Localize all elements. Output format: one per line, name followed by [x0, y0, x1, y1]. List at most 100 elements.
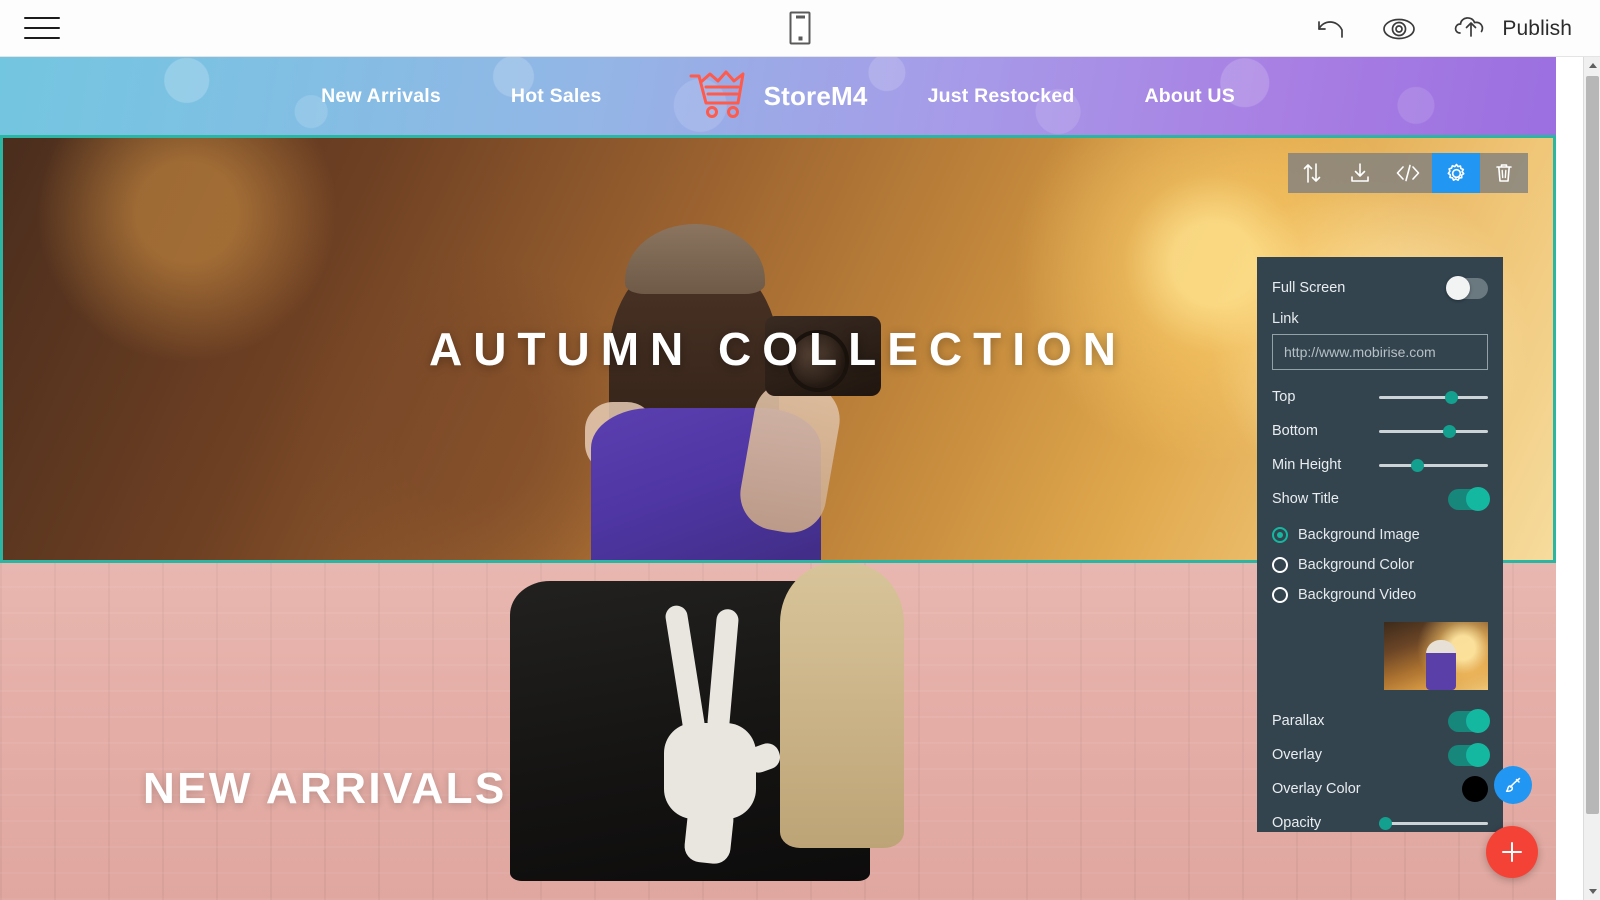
gear-icon: [1447, 163, 1465, 181]
eye-icon[interactable]: [1381, 16, 1417, 42]
radio-background-video[interactable]: [1272, 587, 1288, 603]
publish-button[interactable]: Publish: [1451, 12, 1572, 45]
link-label: Link: [1272, 311, 1299, 327]
add-block-button[interactable]: [1486, 826, 1538, 878]
parallax-label: Parallax: [1272, 713, 1325, 729]
nav-link-about-us[interactable]: About US: [1145, 85, 1235, 108]
site-navbar-inner: New Arrivals Hot Sales StoreM4 Just Rest: [0, 69, 1556, 124]
overlay-toggle[interactable]: [1448, 743, 1490, 767]
move-block-button[interactable]: [1288, 153, 1336, 193]
brush-icon: [1505, 777, 1521, 793]
show-title-label: Show Title: [1272, 491, 1339, 507]
mobile-phone-icon[interactable]: [789, 11, 811, 45]
setting-parallax: Parallax: [1272, 704, 1490, 738]
setting-bottom: Bottom: [1272, 414, 1488, 448]
delete-block-button[interactable]: [1480, 153, 1528, 193]
full-screen-toggle[interactable]: [1446, 276, 1488, 300]
slider-thumb[interactable]: [1445, 391, 1458, 404]
slider-track: [1379, 822, 1488, 825]
hamburger-line: [24, 17, 60, 19]
slider-thumb[interactable]: [1443, 425, 1456, 438]
bottom-slider[interactable]: [1379, 423, 1488, 439]
thumbnail-subject: [1425, 639, 1456, 690]
hamburger-menu-icon[interactable]: [24, 12, 60, 44]
background-color-label: Background Color: [1298, 557, 1415, 573]
vertical-scrollbar[interactable]: [1583, 57, 1600, 900]
setting-show-title: Show Title: [1272, 482, 1490, 516]
top-label: Top: [1272, 389, 1296, 405]
plus-icon: [1502, 842, 1522, 862]
skeleton-hand-graphic: [650, 604, 800, 866]
trash-icon: [1496, 164, 1512, 182]
min-height-label: Min Height: [1272, 457, 1342, 473]
top-slider[interactable]: [1379, 389, 1488, 405]
setting-min-height: Min Height: [1272, 448, 1488, 482]
style-brush-button[interactable]: [1494, 766, 1532, 804]
edit-code-button[interactable]: [1384, 153, 1432, 193]
toggle-knob: [1466, 709, 1490, 733]
background-image-label: Background Image: [1298, 527, 1420, 543]
site-brand[interactable]: StoreM4: [688, 69, 868, 124]
option-background-image[interactable]: Background Image: [1272, 520, 1488, 550]
toggle-knob: [1446, 276, 1470, 300]
opacity-slider[interactable]: [1379, 815, 1488, 831]
publish-label: Publish: [1502, 16, 1572, 40]
background-video-label: Background Video: [1298, 587, 1417, 603]
hand-wrist: [682, 800, 736, 866]
up-down-arrows-icon: [1303, 163, 1321, 183]
undo-arrow-icon[interactable]: [1313, 16, 1347, 42]
slider-thumb[interactable]: [1379, 817, 1392, 830]
slider-track: [1379, 464, 1488, 467]
scroll-up-arrow-icon[interactable]: [1584, 57, 1600, 74]
shopping-cart-icon: [688, 69, 750, 124]
scroll-down-arrow-icon[interactable]: [1584, 883, 1600, 900]
new-arrivals-title[interactable]: NEW ARRIVALS: [143, 764, 507, 814]
site-brand-name: StoreM4: [763, 80, 868, 111]
app-toolbar-actions: Publish: [1313, 0, 1572, 57]
full-screen-label: Full Screen: [1272, 280, 1346, 296]
hamburger-line: [24, 37, 60, 39]
setting-top: Top: [1272, 380, 1488, 414]
block-settings-panel: Full Screen Link Top Bottom Min Height: [1257, 257, 1503, 832]
slider-track: [1379, 430, 1488, 433]
download-block-button[interactable]: [1336, 153, 1384, 193]
block-settings-button[interactable]: [1432, 153, 1480, 193]
nav-link-just-restocked[interactable]: Just Restocked: [928, 85, 1075, 108]
nav-link-new-arrivals[interactable]: New Arrivals: [321, 85, 441, 108]
page-canvas: New Arrivals Hot Sales StoreM4 Just Rest: [0, 57, 1556, 900]
hand-finger: [706, 608, 740, 734]
overlay-color-swatch[interactable]: [1462, 776, 1488, 802]
download-icon: [1351, 163, 1369, 182]
app-toolbar: Publish: [0, 0, 1600, 57]
nav-link-hot-sales[interactable]: Hot Sales: [511, 85, 602, 108]
radio-background-color[interactable]: [1272, 557, 1288, 573]
triangle-down: [1588, 889, 1597, 894]
figure-hat: [624, 224, 765, 295]
toggle-knob: [1466, 487, 1490, 511]
code-brackets-icon: [1396, 164, 1420, 182]
hero-photo-subject: [551, 212, 881, 563]
radio-background-image[interactable]: [1272, 527, 1288, 543]
hamburger-line: [24, 27, 60, 29]
parallax-toggle[interactable]: [1448, 709, 1490, 733]
overlay-label: Overlay: [1272, 747, 1322, 763]
link-input[interactable]: [1272, 334, 1488, 370]
option-background-video[interactable]: Background Video: [1272, 580, 1488, 610]
hero-title[interactable]: AUTUMN COLLECTION: [429, 322, 1127, 376]
cloud-upload-icon: [1451, 12, 1491, 45]
toggle-knob: [1466, 743, 1490, 767]
triangle-up: [1588, 63, 1597, 68]
opacity-label: Opacity: [1272, 815, 1322, 831]
scrollbar-thumb[interactable]: [1586, 76, 1599, 814]
option-background-color[interactable]: Background Color: [1272, 550, 1488, 580]
setting-overlay: Overlay: [1272, 738, 1490, 772]
show-title-toggle[interactable]: [1448, 487, 1490, 511]
background-image-thumbnail[interactable]: [1384, 622, 1488, 690]
min-height-slider[interactable]: [1379, 457, 1488, 473]
block-toolbar: [1288, 153, 1528, 193]
setting-overlay-color: Overlay Color: [1272, 772, 1488, 806]
slider-thumb[interactable]: [1411, 459, 1424, 472]
site-navbar: New Arrivals Hot Sales StoreM4 Just Rest: [0, 57, 1556, 135]
slider-track: [1379, 396, 1488, 399]
phone-outline: [789, 11, 811, 45]
